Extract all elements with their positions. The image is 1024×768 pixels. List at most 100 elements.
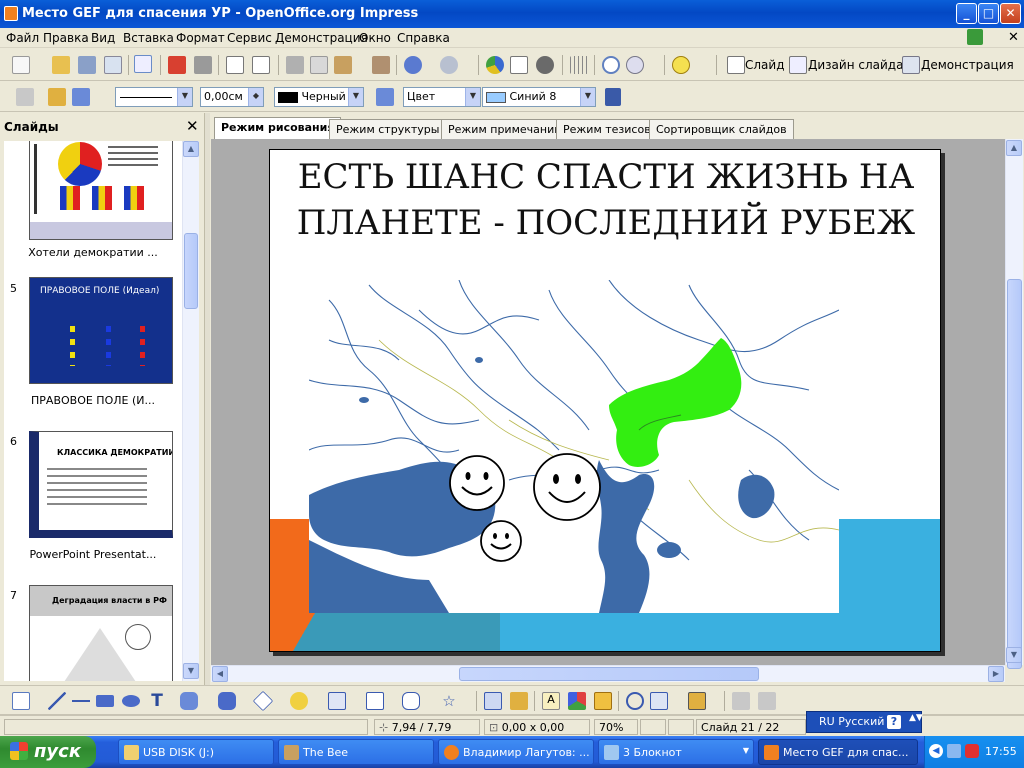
effects-icon[interactable] [758,692,776,710]
slides-panel-scrollbar[interactable]: ▲ ▼ [182,141,199,681]
scroll-left-icon[interactable]: ◀ [212,666,228,682]
menu-format[interactable]: Формат [176,31,225,45]
new-document-icon[interactable] [12,56,30,74]
symbol-shapes-icon[interactable] [290,692,308,710]
rotate-icon[interactable] [626,692,644,710]
doc-close-icon[interactable]: ✕ [1008,30,1019,45]
spellcheck-icon[interactable] [226,56,244,74]
update-icon[interactable] [967,29,983,45]
tab-outline[interactable]: Режим структуры [329,119,447,139]
network-icon[interactable] [947,744,961,758]
table-icon[interactable] [510,56,528,74]
canvas-vertical-scrollbar[interactable]: ▲ ▼ [1005,139,1023,669]
area-icon[interactable] [376,88,394,106]
scroll-up-icon[interactable]: ▲ [183,141,199,157]
task-browser[interactable]: Владимир Лагутов: ... [438,739,594,765]
slide-design-button[interactable]: Дизайн слайда [808,58,903,72]
text-tool-icon[interactable]: T [148,692,166,710]
menu-slideshow[interactable]: Демонстрация [275,31,368,45]
menu-file[interactable]: Файл [6,31,39,45]
redo-icon[interactable] [440,56,458,74]
open-icon[interactable] [52,56,70,74]
extrusion-icon[interactable] [732,692,750,710]
grid-icon[interactable] [570,56,588,74]
minimize-button[interactable]: _ [956,3,977,24]
slide-title[interactable]: ЕСТЬ ШАНС СПАСТИ ЖИЗНЬ НА ПЛАНЕТЕ - ПОСЛ… [270,154,940,246]
help-icon[interactable] [672,56,690,74]
menu-view[interactable]: Вид [91,31,115,45]
ellipse-tool-icon[interactable] [122,695,140,707]
menu-help[interactable]: Справка [397,31,450,45]
zoom-icon[interactable] [626,56,644,74]
start-button[interactable]: пуск [0,736,96,768]
new-slide-icon[interactable] [727,56,745,74]
slide-design-icon[interactable] [789,56,807,74]
selection-mode[interactable] [668,719,694,735]
maximize-button[interactable]: □ [978,3,999,24]
slides-panel-close-icon[interactable]: ✕ [186,117,199,135]
map-image[interactable] [309,280,839,613]
points-icon[interactable] [484,692,502,710]
glue-points-icon[interactable] [510,692,528,710]
menu-edit[interactable]: Правка [43,31,89,45]
tab-notes[interactable]: Режим примечаний [441,119,569,139]
alignment-icon[interactable] [650,692,668,710]
line-style-select[interactable]: ▼ [115,87,193,107]
horizontal-scroll-thumb[interactable] [459,667,759,681]
format-paintbrush-icon[interactable] [372,56,390,74]
display-grid-icon[interactable] [536,56,554,74]
close-button[interactable]: ✕ [1000,3,1021,24]
antivirus-icon[interactable] [965,744,979,758]
panel-splitter[interactable] [204,113,210,685]
scroll-up-icon[interactable]: ▲ [1006,140,1022,156]
gallery-icon[interactable] [594,692,612,710]
slide-thumbnail-4[interactable] [29,141,173,240]
navigator-icon[interactable] [602,56,620,74]
flowchart-icon[interactable] [366,692,384,710]
cut-icon[interactable] [286,56,304,74]
export-pdf-icon[interactable] [168,56,186,74]
scroll-down-icon[interactable]: ▼ [1006,647,1022,663]
canvas-horizontal-scrollbar[interactable]: ◀ ▶ [211,665,1005,682]
zoom-level[interactable]: 70% [594,719,638,735]
tab-handout[interactable]: Режим тезисов [556,119,658,139]
shadow-icon[interactable] [605,88,621,106]
rectangle-tool-icon[interactable] [96,695,114,707]
save-icon[interactable] [78,56,96,74]
menu-window[interactable]: Окно [359,31,391,45]
arrow-style-icon[interactable] [72,88,90,106]
vertical-scroll-thumb[interactable] [1007,279,1022,669]
stars-icon[interactable]: ☆ [440,692,458,710]
insert-mode[interactable] [640,719,666,735]
email-icon[interactable] [104,56,122,74]
print-icon[interactable] [194,56,212,74]
slideshow-icon[interactable] [902,56,920,74]
undo-icon[interactable] [404,56,422,74]
menu-tools[interactable]: Сервис [227,31,272,45]
chart-icon[interactable] [486,56,504,74]
arrow-tool-icon[interactable] [72,692,90,710]
curve-tool-icon[interactable] [180,692,198,710]
edit-mode-icon[interactable] [134,55,152,73]
scroll-down-icon[interactable]: ▼ [183,663,199,679]
language-bar[interactable]: RU Русский ? ▲▼ [806,711,923,733]
spin-icon[interactable]: ◆ [248,88,263,106]
task-usb-disk[interactable]: USB DISK (J:) [118,739,274,765]
slideshow-button[interactable]: Демонстрация [921,58,1014,72]
from-file-icon[interactable] [568,692,586,710]
line-style-icon[interactable] [48,88,66,106]
callouts-icon[interactable] [402,692,420,710]
menu-insert[interactable]: Вставка [123,31,174,45]
tab-slide-sorter[interactable]: Сортировщик слайдов [649,119,794,139]
block-arrows-icon[interactable] [328,692,346,710]
autospellcheck-icon[interactable] [252,56,270,74]
line-icon[interactable] [16,88,34,106]
language-indicator[interactable]: RU Русский [819,715,884,728]
line-tool-icon[interactable] [48,692,66,710]
task-notepad-group[interactable]: 3 Блокнот ▼ [598,739,754,765]
slide-thumbnail-5[interactable]: ПРАВОВОЕ ПОЛЕ (Идеал) [29,277,173,384]
fontwork-icon[interactable]: A [542,692,560,710]
area-fill-select[interactable]: Синий 8 ▼ [482,87,596,107]
area-style-select[interactable]: Цвет ▼ [403,87,481,107]
tray-expand-icon[interactable]: ◀ [929,744,943,758]
